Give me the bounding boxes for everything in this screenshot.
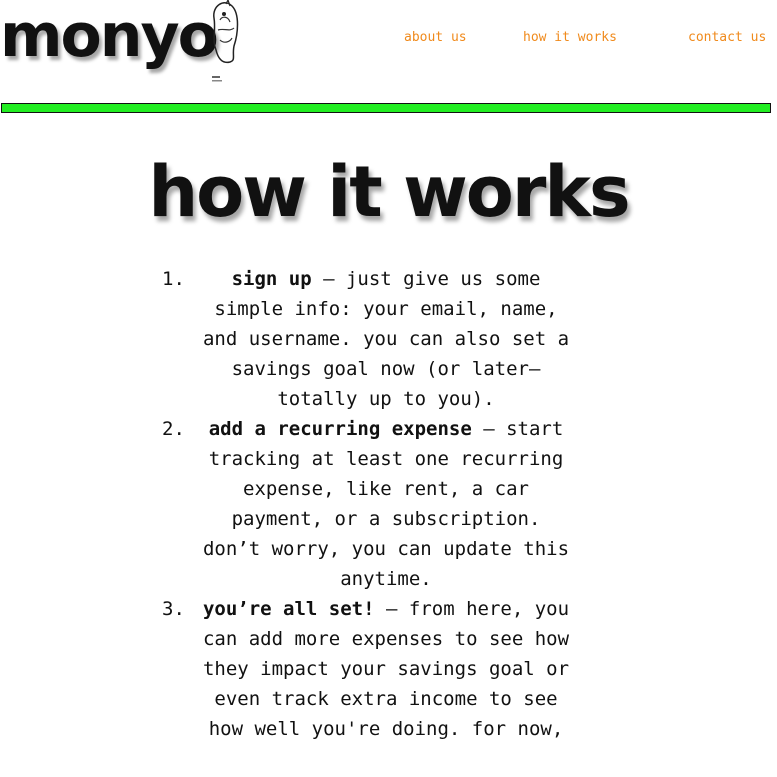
step-number: 1. [162,268,185,290]
step-title: sign up [231,268,312,290]
logo[interactable]: monyo [0,0,219,76]
step-number: 2. [162,418,185,440]
nav-how-it-works-link[interactable]: how it works [523,30,617,45]
step-item-2: 2. add a recurring expense – start track… [160,414,572,594]
site-header: monyo about us how it works contact us [0,0,777,100]
header-divider-bar [1,103,771,113]
page-title: how it works [148,151,630,233]
nav-about-us-link[interactable]: about us [404,30,467,45]
step-description: – start tracking at least one recurring … [202,418,570,590]
step-title: you’re all set! [202,598,375,620]
step-item-3: 3. you’re all set! – from here, you can … [160,594,572,744]
step-item-1: 1. sign up – just give us some simple in… [160,264,572,414]
mascot-logo-icon [212,0,239,82]
steps-list: 1. sign up – just give us some simple in… [160,264,590,744]
step-title: add a recurring expense [208,418,472,440]
nav-contact-us-link[interactable]: contact us [688,30,766,45]
step-number: 3. [162,598,185,620]
